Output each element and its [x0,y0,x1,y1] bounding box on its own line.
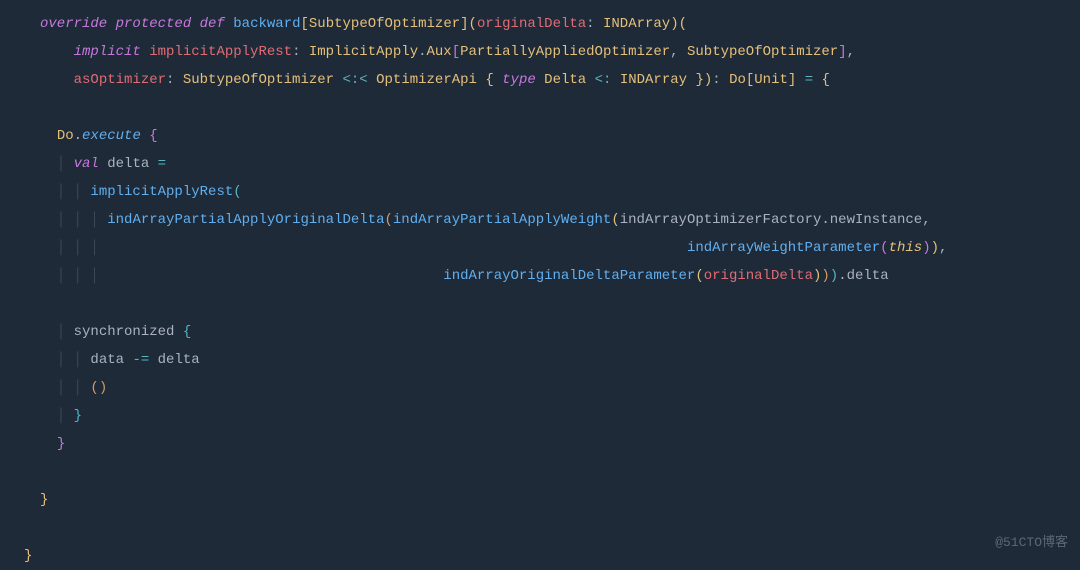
code-line: │ │ │ indArrayWeightParameter(this)), [0,234,1080,262]
code-line: │ synchronized { [0,318,1080,346]
code-line: │ │ () [0,374,1080,402]
code-line: │ │ implicitApplyRest( [0,178,1080,206]
code-line: │ │ data -= delta [0,346,1080,374]
code-line: │ val delta = [0,150,1080,178]
code-line [0,94,1080,122]
code-line: Do.execute { [0,122,1080,150]
code-line: implicit implicitApplyRest: ImplicitAppl… [0,38,1080,66]
code-line: │ │ │ indArrayOriginalDeltaParameter(ori… [0,262,1080,290]
code-line: override protected def backward[SubtypeO… [0,10,1080,38]
code-line: } [0,486,1080,514]
code-line: │ │ │ indArrayPartialApplyOriginalDelta(… [0,206,1080,234]
code-line: } [0,430,1080,458]
code-line: } [0,542,1080,570]
code-line [0,458,1080,486]
code-line: │ } [0,402,1080,430]
code-line [0,290,1080,318]
watermark: @51CTO博客 [995,529,1068,557]
code-line: asOptimizer: SubtypeOfOptimizer <:< Opti… [0,66,1080,94]
code-editor[interactable]: override protected def backward[SubtypeO… [0,10,1080,570]
code-line [0,514,1080,542]
